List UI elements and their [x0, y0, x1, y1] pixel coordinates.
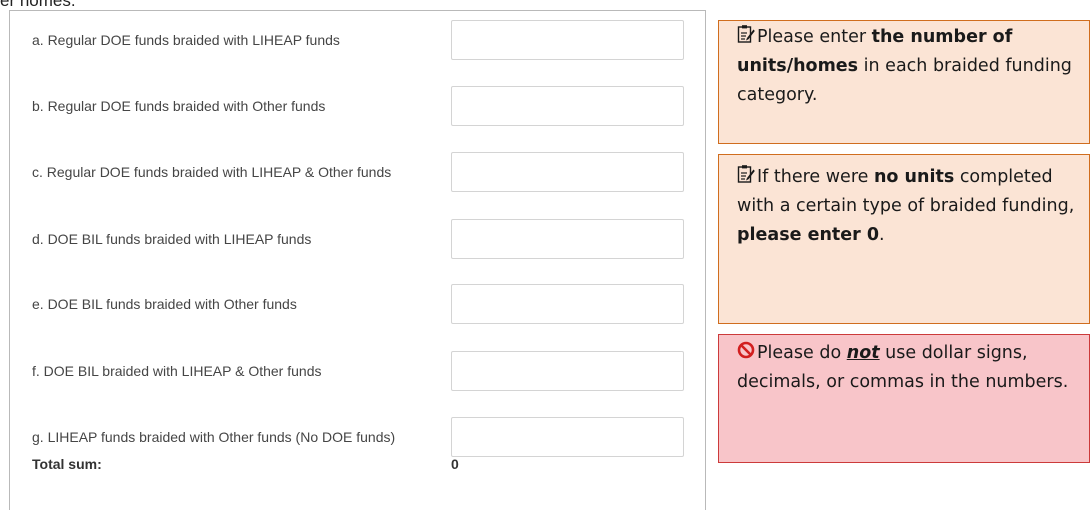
memo-icon [737, 165, 755, 183]
units-input-g[interactable] [451, 417, 684, 457]
callout-zero-pre: If there were [757, 167, 874, 187]
callout-zero-bold-enter: please enter 0 [737, 225, 880, 245]
memo-icon [737, 25, 755, 43]
form-row-c: c. Regular DOE funds braided with LIHEAP… [10, 152, 705, 192]
callout-units-pre: Please enter [757, 27, 872, 47]
row-label-e: e. DOE BIL funds braided with Other fund… [32, 296, 297, 312]
callout-zero-bold-no-units: no units [873, 167, 955, 187]
callout-enter-units: Please enter the number of units/homes i… [718, 20, 1090, 144]
callout-enter-zero: If there were no units completed with a … [718, 154, 1090, 324]
braided-funding-form: a. Regular DOE funds braided with LIHEAP… [9, 10, 706, 510]
units-input-d[interactable] [451, 219, 684, 259]
row-label-a: a. Regular DOE funds braided with LIHEAP… [32, 32, 340, 48]
form-row-b: b. Regular DOE funds braided with Other … [10, 86, 705, 126]
row-label-b: b. Regular DOE funds braided with Other … [32, 98, 326, 114]
units-input-e[interactable] [451, 284, 684, 324]
form-row-d: d. DOE BIL funds braided with LIHEAP fun… [10, 219, 705, 259]
form-row-e: e. DOE BIL funds braided with Other fund… [10, 284, 705, 324]
callout-zero-post: . [879, 225, 885, 245]
row-label-c: c. Regular DOE funds braided with LIHEAP… [32, 164, 392, 180]
callout-format-pre: Please do [757, 343, 847, 363]
total-sum-label: Total sum: [32, 456, 102, 472]
callout-number-format: Please do not use dollar signs, decimals… [718, 334, 1090, 463]
prohibited-icon [737, 341, 755, 359]
units-input-f[interactable] [451, 351, 684, 391]
form-row-f: f. DOE BIL braided with LIHEAP & Other f… [10, 351, 705, 391]
row-label-f: f. DOE BIL braided with LIHEAP & Other f… [32, 363, 322, 379]
row-label-d: d. DOE BIL funds braided with LIHEAP fun… [32, 231, 312, 247]
form-row-g: g. LIHEAP funds braided with Other funds… [10, 417, 705, 457]
total-sum-value: 0 [451, 456, 459, 472]
units-input-a[interactable] [451, 20, 684, 60]
row-label-g: g. LIHEAP funds braided with Other funds… [32, 429, 396, 445]
units-input-c[interactable] [451, 152, 684, 192]
callout-format-emph: not [846, 343, 880, 363]
form-row-a: a. Regular DOE funds braided with LIHEAP… [10, 20, 705, 60]
units-input-b[interactable] [451, 86, 684, 126]
